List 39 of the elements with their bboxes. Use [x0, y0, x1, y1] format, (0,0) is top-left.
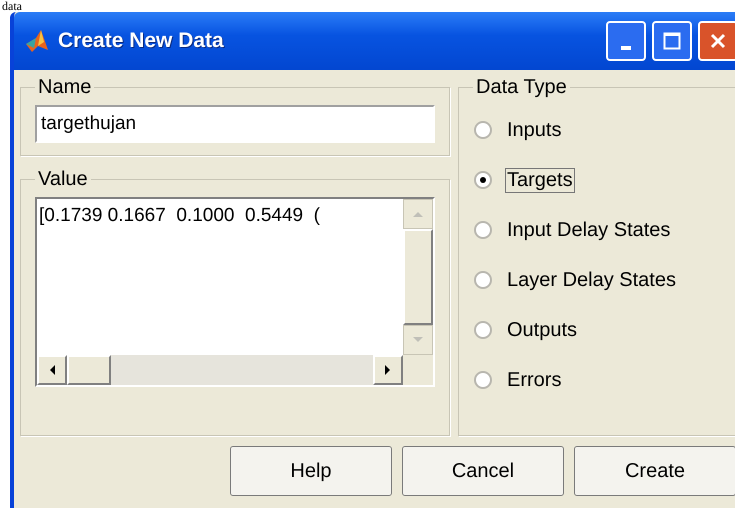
radio-label: Inputs: [506, 118, 562, 142]
value-text: [0.1739 0.1667 0.1000 0.5449 (: [38, 204, 322, 228]
close-icon: [709, 32, 727, 50]
minimize-button[interactable]: [606, 21, 646, 61]
value-text-area[interactable]: [0.1739 0.1667 0.1000 0.5449 (: [35, 197, 435, 387]
down-arrow-icon: [412, 336, 424, 344]
caption-text: data: [1, 0, 23, 12]
radio-label: Input Delay States: [506, 218, 672, 242]
radio-label: Layer Delay States: [506, 268, 677, 292]
minimize-icon: [621, 46, 631, 50]
radio-label: Outputs: [506, 318, 578, 342]
right-arrow-icon: [384, 364, 392, 376]
scrollbar-thumb[interactable]: [403, 229, 433, 325]
group-label: Name: [37, 76, 92, 99]
window-title: Create New Data: [58, 29, 225, 53]
dialog-button[interactable]: Help: [230, 446, 392, 496]
horizontal-scrollbar[interactable]: [37, 355, 433, 385]
radio-button[interactable]: [473, 320, 493, 340]
scrollbar-thumb[interactable]: [67, 355, 111, 385]
scrollbar-corner: [403, 355, 433, 385]
radio-button[interactable]: [473, 270, 493, 290]
name-field[interactable]: targethujan: [35, 105, 435, 143]
radio-button[interactable]: [473, 220, 493, 240]
radio-label: Errors: [506, 368, 562, 392]
dialog-button[interactable]: Cancel: [402, 446, 564, 496]
vertical-scrollbar[interactable]: [403, 199, 433, 355]
left-arrow-icon: [48, 364, 56, 376]
radio-button[interactable]: [473, 370, 493, 390]
group-label: Data Type: [475, 76, 568, 99]
maximize-icon: [663, 32, 681, 50]
close-button[interactable]: [698, 21, 735, 61]
radio-button[interactable]: [473, 170, 493, 190]
group-label: Value: [37, 168, 89, 191]
dialog-button[interactable]: Create: [574, 446, 735, 496]
peak-logo-icon: [24, 28, 50, 54]
radio-button[interactable]: [473, 120, 493, 140]
up-arrow-icon: [412, 210, 424, 218]
maximize-button[interactable]: [652, 21, 692, 61]
radio-label: Targets: [505, 168, 575, 192]
